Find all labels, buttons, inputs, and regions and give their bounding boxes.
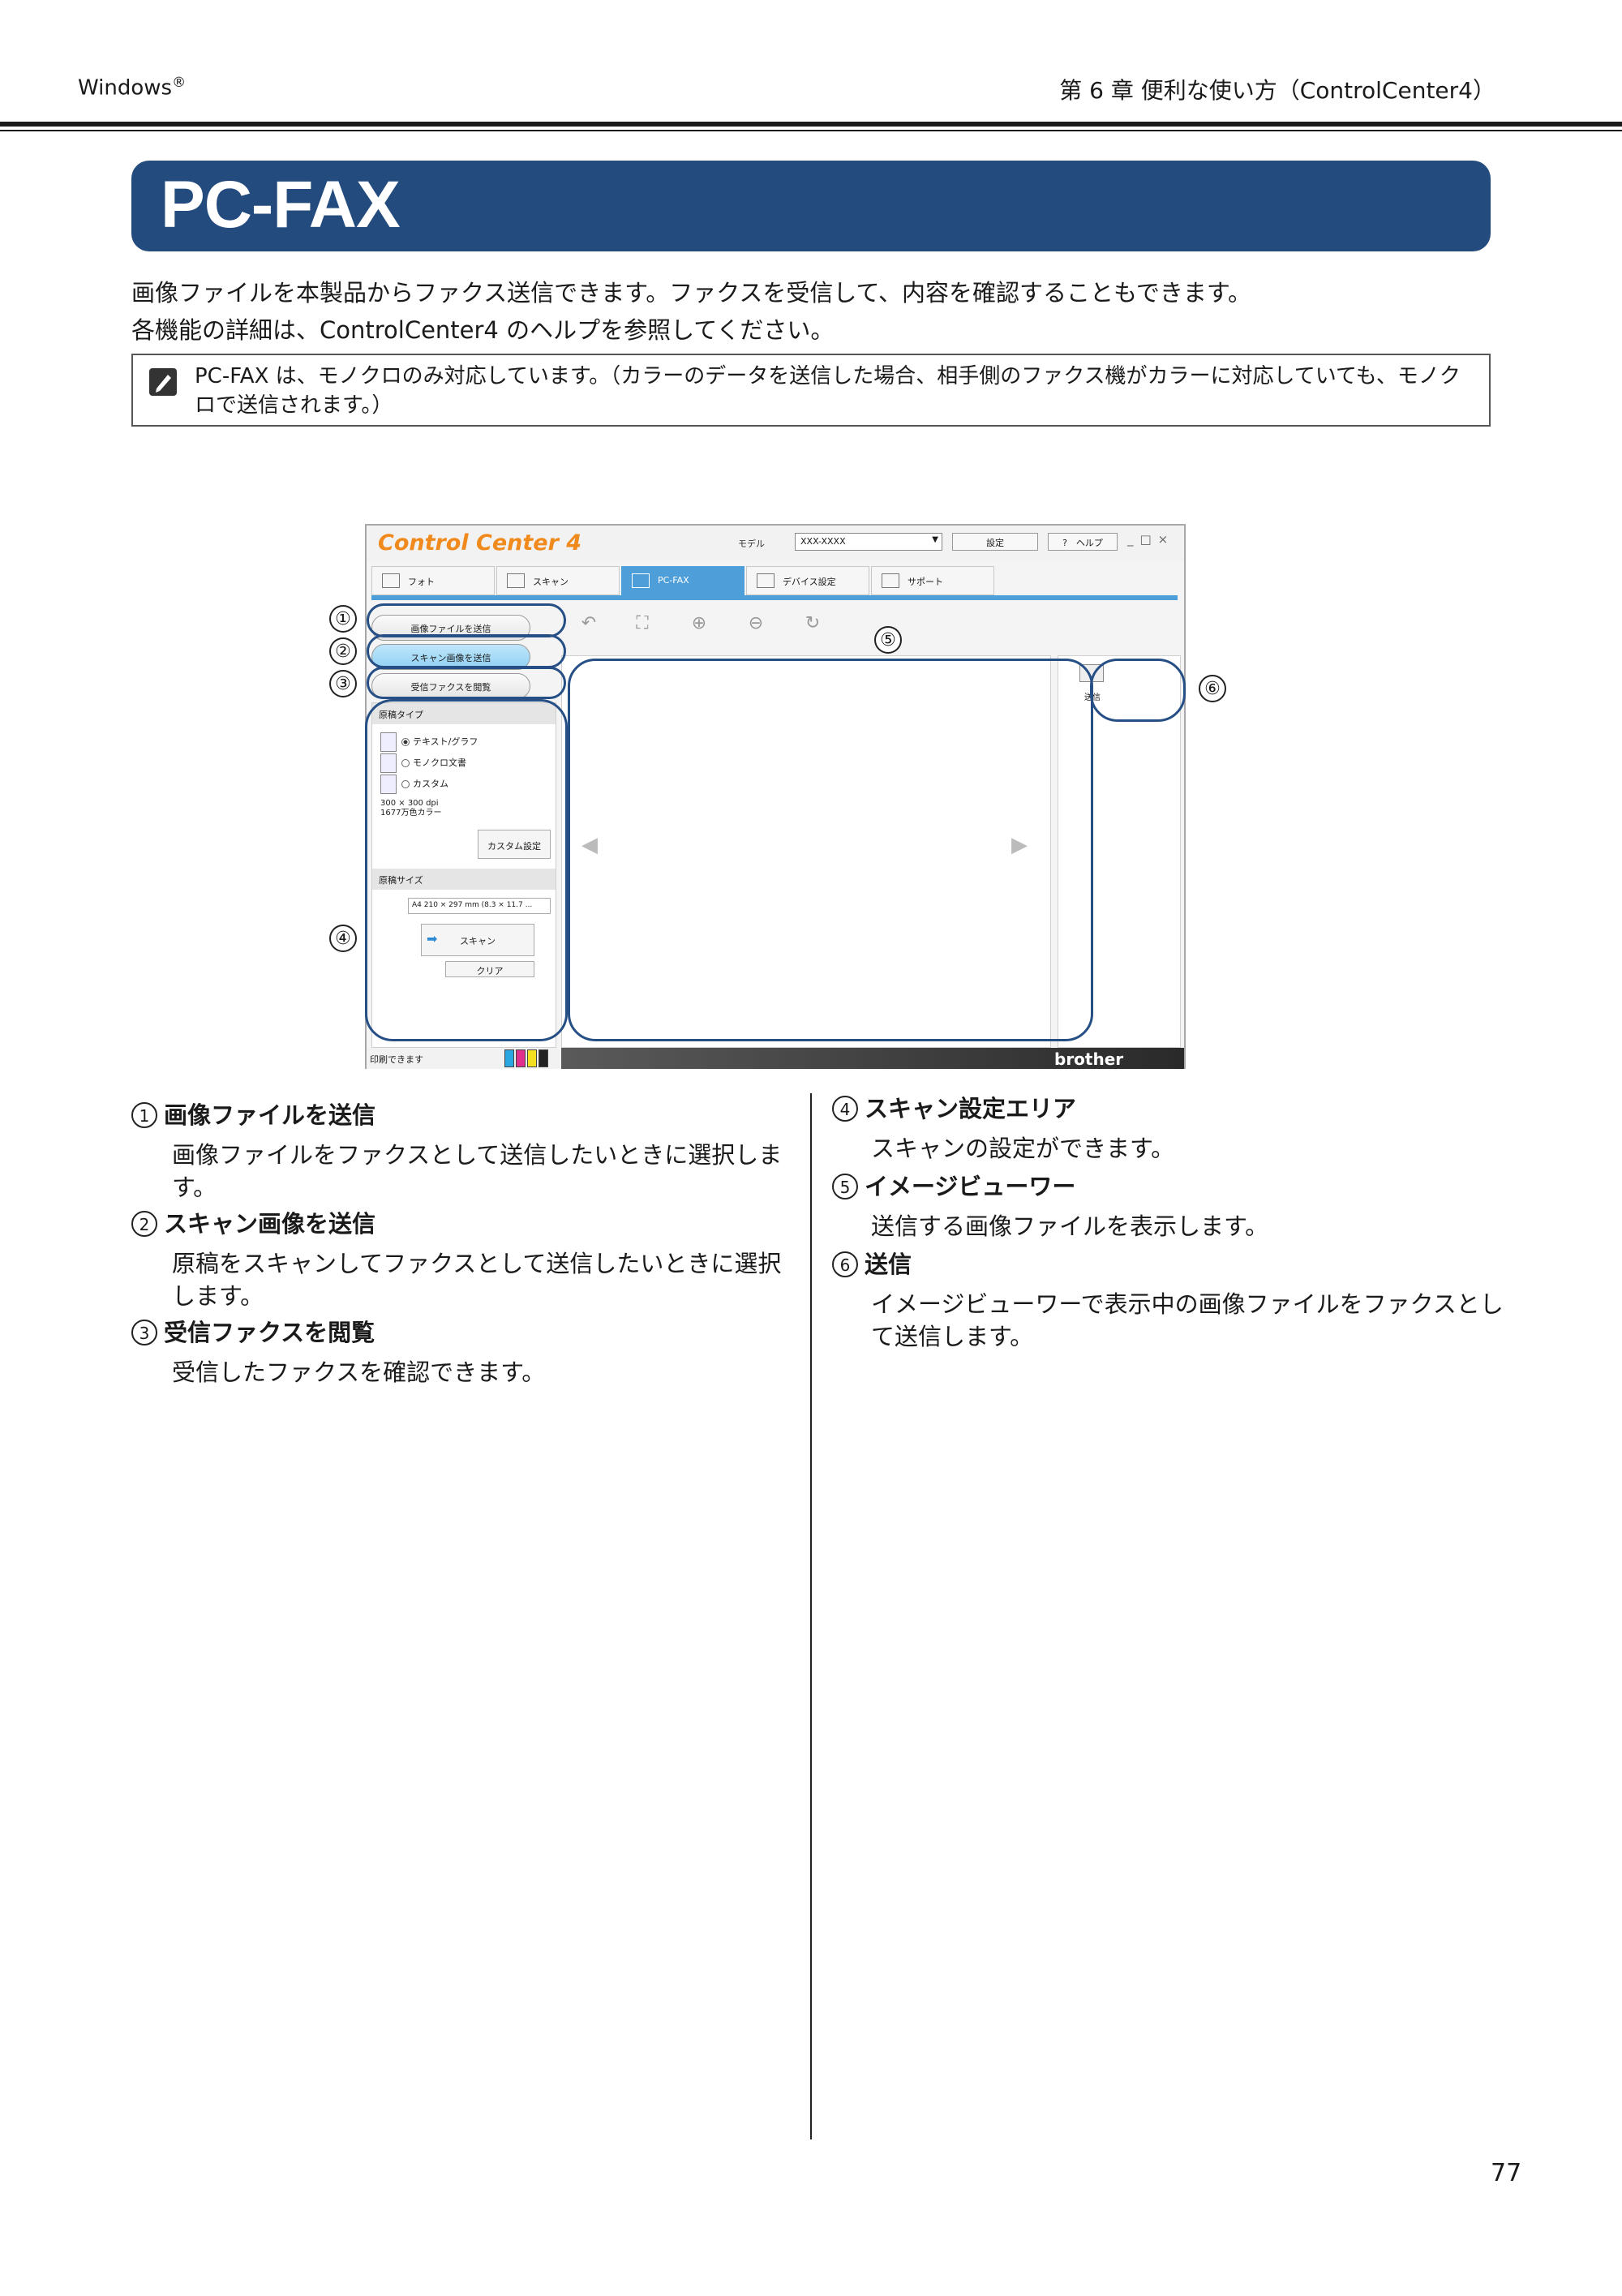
title-banner: PC-FAX — [131, 161, 1491, 251]
person-icon — [882, 573, 899, 588]
item-1-heading: 1 画像ファイルを送信 — [131, 1097, 375, 1131]
status-text: 印刷できます — [370, 1054, 423, 1065]
intro-line-2: 各機能の詳細は、ControlCenter4 のヘルプを参照してください。 — [131, 316, 835, 344]
tab-photo[interactable]: フォト — [371, 566, 495, 595]
callout-outline-5 — [568, 659, 1093, 1041]
tab-underline — [371, 595, 1178, 600]
ink-level-icon — [504, 1049, 556, 1067]
ink-magenta — [516, 1049, 526, 1067]
callout-outline-3 — [367, 667, 566, 699]
callout-number-4: ④ — [329, 925, 357, 952]
callout-outline-4 — [365, 699, 568, 1041]
tab-bar: フォト スキャン PC-FAX デバイス設定 サポート — [371, 566, 1174, 595]
ink-black — [539, 1049, 548, 1067]
model-select[interactable]: XXX-XXXX ▼ — [795, 533, 942, 551]
settings-button[interactable]: 設定 — [952, 533, 1038, 551]
zoom-in-icon[interactable]: ⊕ — [688, 613, 710, 636]
callout-number-1: ① — [329, 605, 357, 633]
help-button[interactable]: ? ヘルプ — [1048, 533, 1118, 551]
chevron-down-icon: ▼ — [932, 535, 938, 544]
item-6-body: イメージビューワーで表示中の画像ファイルをファクスとして送信します。 — [871, 1290, 1504, 1350]
callout-outline-2 — [367, 634, 566, 668]
note-text: PC-FAX は、モノクロのみ対応しています。（カラーのデータを送信した場合、相… — [195, 364, 1461, 418]
item-1-body: 画像ファイルをファクスとして送信したいときに選択します。 — [172, 1141, 783, 1201]
callout-number-6: ⑥ — [1199, 675, 1226, 702]
item-6-heading: 6 送信 — [832, 1246, 912, 1280]
intro-line-1: 画像ファイルを本製品からファクス送信できます。ファクスを受信して、内容を確認する… — [131, 279, 1251, 307]
zoom-out-icon[interactable]: ⊖ — [744, 613, 767, 636]
window-controls[interactable]: _□× — [1127, 532, 1174, 547]
fit-icon[interactable]: ⛶ — [631, 613, 654, 636]
header-rule-thin — [0, 130, 1622, 131]
item-3-body: 受信したファクスを確認できます。 — [172, 1358, 546, 1386]
model-label: モデル — [738, 539, 765, 549]
item-4-heading: 4 スキャン設定エリア — [832, 1090, 1076, 1124]
header-rule — [0, 122, 1622, 127]
header-os-label: Windows® — [78, 75, 187, 101]
tab-scan[interactable]: スキャン — [496, 566, 620, 595]
item-2-heading: 2 スキャン画像を送信 — [131, 1205, 375, 1239]
tab-device-settings[interactable]: デバイス設定 — [746, 566, 869, 595]
header-chapter-title: 第 6 章 便利な使い方（ControlCenter4） — [1059, 77, 1495, 104]
ink-yellow — [527, 1049, 537, 1067]
item-5-heading: 5 イメージビューワー — [832, 1168, 1075, 1202]
item-3-heading: 3 受信ファクスを閲覧 — [131, 1314, 375, 1348]
note-box: PC-FAX は、モノクロのみ対応しています。（カラーのデータを送信した場合、相… — [131, 354, 1491, 427]
photo-icon — [382, 573, 400, 588]
ink-cyan — [504, 1049, 514, 1067]
item-2-body: 原稿をスキャンしてファクスとして送信したいときに選択します。 — [172, 1250, 782, 1310]
callout-number-5: ⑤ — [874, 626, 902, 654]
rotate-icon[interactable]: ↻ — [801, 613, 824, 636]
callout-outline-6 — [1090, 659, 1186, 722]
item-4-body: スキャンの設定ができます。 — [871, 1135, 1175, 1162]
page-number: 77 — [1491, 2159, 1522, 2187]
brand-logo: brother — [1054, 1049, 1124, 1069]
tab-pcfax[interactable]: PC-FAX — [621, 566, 744, 595]
app-logo: Control Center 4 — [378, 530, 582, 556]
tools-icon — [757, 573, 775, 588]
memo-icon — [149, 368, 177, 396]
tab-support[interactable]: サポート — [871, 566, 994, 595]
column-divider — [810, 1093, 812, 2139]
undo-icon[interactable]: ↶ — [577, 613, 600, 636]
viewer-toolbar: ↶ ⛶ ⊕ ⊖ ↻ — [561, 602, 1182, 650]
callout-outline-1 — [367, 603, 566, 637]
item-5-body: 送信する画像ファイルを表示します。 — [871, 1212, 1269, 1240]
fax-icon — [632, 573, 650, 588]
scanner-icon — [507, 573, 525, 588]
callout-number-3: ③ — [329, 670, 357, 697]
callout-number-2: ② — [329, 637, 357, 665]
page-title: PC-FAX — [161, 168, 401, 242]
